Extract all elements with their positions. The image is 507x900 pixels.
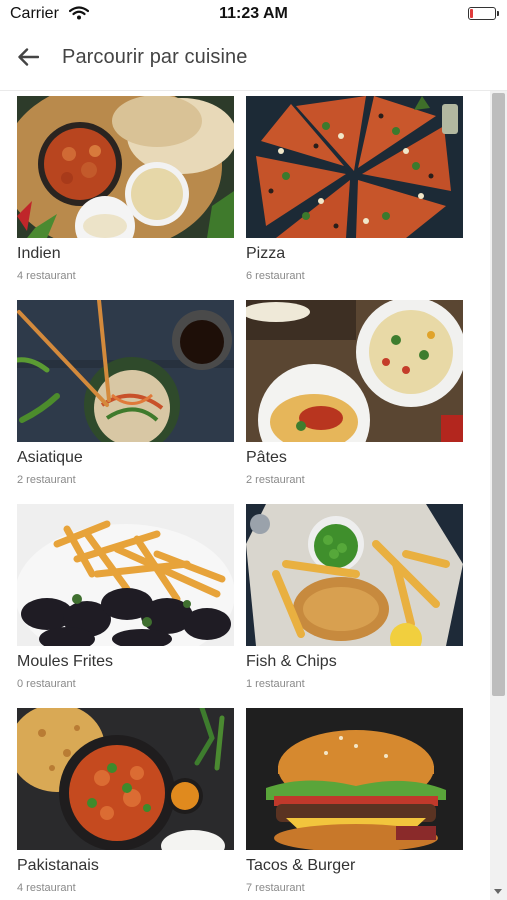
cuisine-name: Moules Frites xyxy=(17,653,114,670)
pakistani-curry-photo xyxy=(17,708,234,850)
mussels-fries-photo xyxy=(17,504,234,646)
cuisine-card-pakistanais[interactable]: Pakistanais 4 restaurant xyxy=(17,708,234,900)
cuisine-name: Pâtes xyxy=(246,449,287,466)
cuisine-grid: Indien 4 restaurant Pizza 6 restaurant A… xyxy=(17,96,463,900)
arrow-left-icon xyxy=(17,47,40,71)
restaurant-count: 2 restaurant xyxy=(246,474,305,486)
scrollbar[interactable] xyxy=(490,91,507,900)
cuisine-name: Pizza xyxy=(246,245,286,262)
restaurant-count: 4 restaurant xyxy=(17,882,76,894)
cuisine-name: Fish & Chips xyxy=(246,653,337,670)
cuisine-list[interactable]: Indien 4 restaurant Pizza 6 restaurant A… xyxy=(0,91,490,900)
fish-chips-photo xyxy=(246,504,463,646)
pasta-photo xyxy=(246,300,463,442)
cuisine-name: Indien xyxy=(17,245,61,262)
restaurant-count: 6 restaurant xyxy=(246,270,305,282)
cuisine-card-indien[interactable]: Indien 4 restaurant xyxy=(17,96,234,300)
cuisine-name: Tacos & Burger xyxy=(246,857,356,874)
restaurant-count: 0 restaurant xyxy=(17,678,76,690)
cuisine-card-tacos-burger[interactable]: Tacos & Burger 7 restaurant xyxy=(246,708,463,900)
status-time: 11:23 AM xyxy=(219,5,288,22)
restaurant-count: 7 restaurant xyxy=(246,882,305,894)
cuisine-card-moules-frites[interactable]: Moules Frites 0 restaurant xyxy=(17,504,234,708)
pizza-photo xyxy=(246,96,463,238)
burger-photo xyxy=(246,708,463,850)
scrollbar-thumb[interactable] xyxy=(492,93,505,696)
cuisine-card-asiatique[interactable]: Asiatique 2 restaurant xyxy=(17,300,234,504)
cuisine-card-pizza[interactable]: Pizza 6 restaurant xyxy=(246,96,463,300)
back-button[interactable] xyxy=(10,42,46,76)
status-bar: Carrier 11:23 AM xyxy=(0,0,507,28)
cuisine-card-fish-chips[interactable]: Fish & Chips 1 restaurant xyxy=(246,504,463,708)
restaurant-count: 1 restaurant xyxy=(246,678,305,690)
restaurant-count: 2 restaurant xyxy=(17,474,76,486)
restaurant-count: 4 restaurant xyxy=(17,270,76,282)
scroll-down-arrow-icon[interactable] xyxy=(494,889,502,894)
app-header: Parcourir par cuisine xyxy=(0,28,507,91)
page-title: Parcourir par cuisine xyxy=(62,46,248,68)
battery-icon xyxy=(468,7,499,20)
cuisine-card-pates[interactable]: Pâtes 2 restaurant xyxy=(246,300,463,504)
cuisine-name: Pakistanais xyxy=(17,857,99,874)
asian-noodles-photo xyxy=(17,300,234,442)
cuisine-name: Asiatique xyxy=(17,449,83,466)
indian-curry-photo xyxy=(17,96,234,238)
